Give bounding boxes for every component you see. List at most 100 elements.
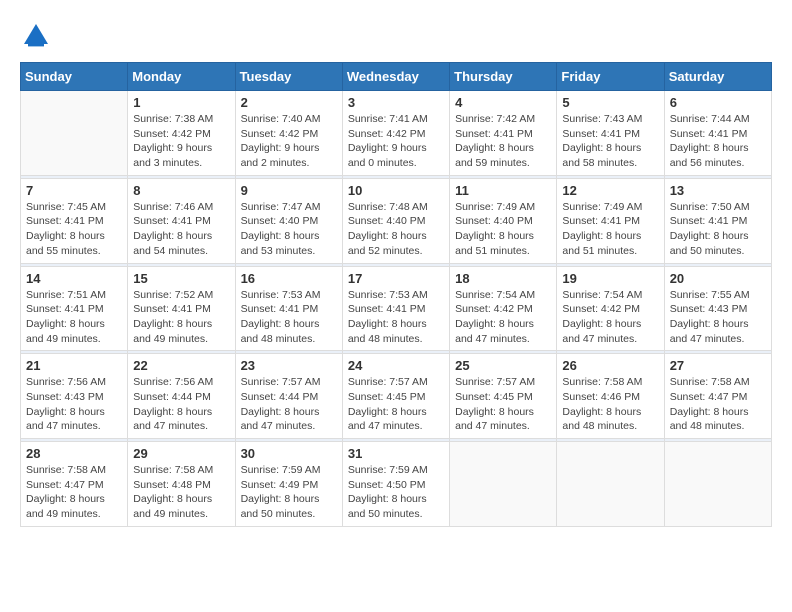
day-number: 2 (241, 95, 337, 110)
calendar-cell: 25 Sunrise: 7:57 AM Sunset: 4:45 PM Dayli… (450, 354, 557, 439)
cell-info: Sunrise: 7:43 AM Sunset: 4:41 PM Dayligh… (562, 112, 658, 171)
cell-info: Sunrise: 7:48 AM Sunset: 4:40 PM Dayligh… (348, 200, 444, 259)
cell-info: Sunrise: 7:44 AM Sunset: 4:41 PM Dayligh… (670, 112, 766, 171)
page-header (20, 20, 772, 52)
day-number: 6 (670, 95, 766, 110)
cell-info: Sunrise: 7:42 AM Sunset: 4:41 PM Dayligh… (455, 112, 551, 171)
day-number: 30 (241, 446, 337, 461)
day-header-tuesday: Tuesday (235, 63, 342, 91)
cell-info: Sunrise: 7:54 AM Sunset: 4:42 PM Dayligh… (455, 288, 551, 347)
calendar-week-row: 28 Sunrise: 7:58 AM Sunset: 4:47 PM Dayli… (21, 442, 772, 527)
cell-info: Sunrise: 7:58 AM Sunset: 4:47 PM Dayligh… (26, 463, 122, 522)
cell-info: Sunrise: 7:59 AM Sunset: 4:50 PM Dayligh… (348, 463, 444, 522)
day-number: 16 (241, 271, 337, 286)
calendar-cell: 30 Sunrise: 7:59 AM Sunset: 4:49 PM Dayli… (235, 442, 342, 527)
calendar-cell: 2Sunrise: 7:40 AM Sunset: 4:42 PM Daylig… (235, 91, 342, 176)
cell-info: Sunrise: 7:58 AM Sunset: 4:46 PM Dayligh… (562, 375, 658, 434)
cell-info: Sunrise: 7:57 AM Sunset: 4:45 PM Dayligh… (455, 375, 551, 434)
calendar-cell (557, 442, 664, 527)
cell-info: Sunrise: 7:38 AM Sunset: 4:42 PM Dayligh… (133, 112, 229, 171)
day-number: 22 (133, 358, 229, 373)
cell-info: Sunrise: 7:51 AM Sunset: 4:41 PM Dayligh… (26, 288, 122, 347)
calendar-cell: 14 Sunrise: 7:51 AM Sunset: 4:41 PM Dayli… (21, 266, 128, 351)
day-number: 17 (348, 271, 444, 286)
cell-info: Sunrise: 7:58 AM Sunset: 4:47 PM Dayligh… (670, 375, 766, 434)
cell-info: Sunrise: 7:59 AM Sunset: 4:49 PM Dayligh… (241, 463, 337, 522)
day-number: 3 (348, 95, 444, 110)
day-number: 21 (26, 358, 122, 373)
cell-info: Sunrise: 7:49 AM Sunset: 4:40 PM Dayligh… (455, 200, 551, 259)
calendar-cell: 27 Sunrise: 7:58 AM Sunset: 4:47 PM Dayli… (664, 354, 771, 439)
day-number: 25 (455, 358, 551, 373)
day-number: 11 (455, 183, 551, 198)
day-number: 9 (241, 183, 337, 198)
calendar-cell: 15 Sunrise: 7:52 AM Sunset: 4:41 PM Dayli… (128, 266, 235, 351)
cell-info: Sunrise: 7:52 AM Sunset: 4:41 PM Dayligh… (133, 288, 229, 347)
calendar-cell: 10 Sunrise: 7:48 AM Sunset: 4:40 PM Dayli… (342, 178, 449, 263)
calendar-cell (21, 91, 128, 176)
day-header-sunday: Sunday (21, 63, 128, 91)
calendar-week-row: 7 Sunrise: 7:45 AM Sunset: 4:41 PM Daylig… (21, 178, 772, 263)
cell-info: Sunrise: 7:49 AM Sunset: 4:41 PM Dayligh… (562, 200, 658, 259)
calendar-cell: 3Sunrise: 7:41 AM Sunset: 4:42 PM Daylig… (342, 91, 449, 176)
day-number: 27 (670, 358, 766, 373)
calendar-week-row: 14 Sunrise: 7:51 AM Sunset: 4:41 PM Dayli… (21, 266, 772, 351)
calendar-cell: 29 Sunrise: 7:58 AM Sunset: 4:48 PM Dayli… (128, 442, 235, 527)
day-number: 14 (26, 271, 122, 286)
day-number: 28 (26, 446, 122, 461)
day-number: 12 (562, 183, 658, 198)
calendar-cell: 17 Sunrise: 7:53 AM Sunset: 4:41 PM Dayli… (342, 266, 449, 351)
calendar-cell: 1 Sunrise: 7:38 AM Sunset: 4:42 PM Daylig… (128, 91, 235, 176)
calendar-week-row: 1 Sunrise: 7:38 AM Sunset: 4:42 PM Daylig… (21, 91, 772, 176)
day-number: 7 (26, 183, 122, 198)
cell-info: Sunrise: 7:56 AM Sunset: 4:43 PM Dayligh… (26, 375, 122, 434)
calendar-header-row: SundayMondayTuesdayWednesdayThursdayFrid… (21, 63, 772, 91)
day-header-wednesday: Wednesday (342, 63, 449, 91)
cell-info: Sunrise: 7:47 AM Sunset: 4:40 PM Dayligh… (241, 200, 337, 259)
day-number: 24 (348, 358, 444, 373)
calendar-cell: 16Sunrise: 7:53 AM Sunset: 4:41 PM Dayli… (235, 266, 342, 351)
calendar-cell (450, 442, 557, 527)
cell-info: Sunrise: 7:45 AM Sunset: 4:41 PM Dayligh… (26, 200, 122, 259)
calendar-cell: 7 Sunrise: 7:45 AM Sunset: 4:41 PM Daylig… (21, 178, 128, 263)
day-number: 10 (348, 183, 444, 198)
day-number: 20 (670, 271, 766, 286)
cell-info: Sunrise: 7:57 AM Sunset: 4:45 PM Dayligh… (348, 375, 444, 434)
calendar-cell: 11 Sunrise: 7:49 AM Sunset: 4:40 PM Dayli… (450, 178, 557, 263)
day-number: 18 (455, 271, 551, 286)
day-number: 26 (562, 358, 658, 373)
day-header-monday: Monday (128, 63, 235, 91)
calendar-table: SundayMondayTuesdayWednesdayThursdayFrid… (20, 62, 772, 527)
cell-info: Sunrise: 7:46 AM Sunset: 4:41 PM Dayligh… (133, 200, 229, 259)
day-header-saturday: Saturday (664, 63, 771, 91)
calendar-cell: 24 Sunrise: 7:57 AM Sunset: 4:45 PM Dayli… (342, 354, 449, 439)
day-number: 29 (133, 446, 229, 461)
day-number: 1 (133, 95, 229, 110)
calendar-cell: 21 Sunrise: 7:56 AM Sunset: 4:43 PM Dayli… (21, 354, 128, 439)
day-number: 4 (455, 95, 551, 110)
cell-info: Sunrise: 7:50 AM Sunset: 4:41 PM Dayligh… (670, 200, 766, 259)
calendar-cell: 12 Sunrise: 7:49 AM Sunset: 4:41 PM Dayli… (557, 178, 664, 263)
day-header-thursday: Thursday (450, 63, 557, 91)
calendar-cell: 8Sunrise: 7:46 AM Sunset: 4:41 PM Daylig… (128, 178, 235, 263)
cell-info: Sunrise: 7:56 AM Sunset: 4:44 PM Dayligh… (133, 375, 229, 434)
logo-icon (20, 20, 52, 52)
calendar-cell: 20 Sunrise: 7:55 AM Sunset: 4:43 PM Dayli… (664, 266, 771, 351)
cell-info: Sunrise: 7:53 AM Sunset: 4:41 PM Dayligh… (348, 288, 444, 347)
day-number: 15 (133, 271, 229, 286)
cell-info: Sunrise: 7:58 AM Sunset: 4:48 PM Dayligh… (133, 463, 229, 522)
day-number: 19 (562, 271, 658, 286)
calendar-cell: 31 Sunrise: 7:59 AM Sunset: 4:50 PM Dayli… (342, 442, 449, 527)
cell-info: Sunrise: 7:55 AM Sunset: 4:43 PM Dayligh… (670, 288, 766, 347)
day-header-friday: Friday (557, 63, 664, 91)
cell-info: Sunrise: 7:54 AM Sunset: 4:42 PM Dayligh… (562, 288, 658, 347)
calendar-body: 1 Sunrise: 7:38 AM Sunset: 4:42 PM Daylig… (21, 91, 772, 527)
calendar-cell: 26 Sunrise: 7:58 AM Sunset: 4:46 PM Dayli… (557, 354, 664, 439)
day-number: 13 (670, 183, 766, 198)
cell-info: Sunrise: 7:57 AM Sunset: 4:44 PM Dayligh… (241, 375, 337, 434)
day-number: 5 (562, 95, 658, 110)
calendar-cell: 6 Sunrise: 7:44 AM Sunset: 4:41 PM Daylig… (664, 91, 771, 176)
day-number: 31 (348, 446, 444, 461)
calendar-cell: 13 Sunrise: 7:50 AM Sunset: 4:41 PM Dayli… (664, 178, 771, 263)
calendar-cell: 22 Sunrise: 7:56 AM Sunset: 4:44 PM Dayli… (128, 354, 235, 439)
